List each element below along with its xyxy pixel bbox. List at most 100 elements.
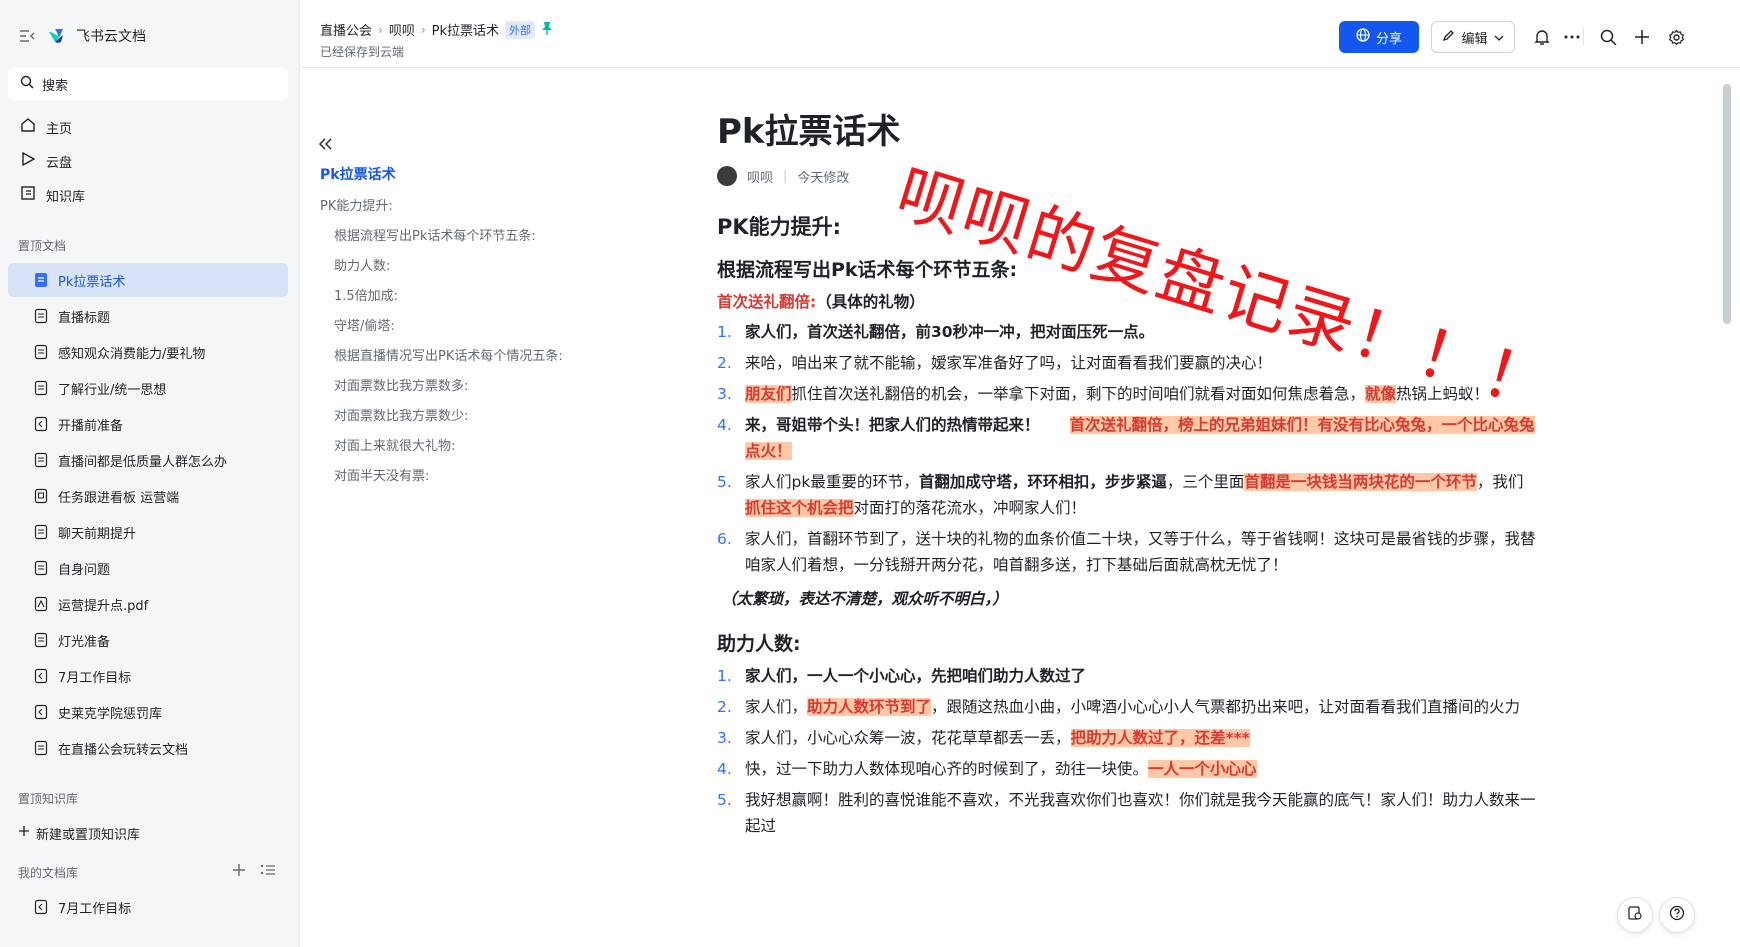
sidebar-doc-label: Pk拉票话术: [58, 274, 126, 290]
toc-item[interactable]: 助力人数:: [334, 255, 390, 274]
list-item[interactable]: 3. 家人们，小心心众筹一波，花花草草都丢一丢，把助力人数过了，还差***: [717, 725, 1537, 751]
sidebar-doc-label: 运营提升点.pdf: [58, 598, 149, 614]
toc-item[interactable]: 1.5倍加成:: [334, 285, 398, 304]
sidebar-doc-item[interactable]: 7月工作目标: [8, 659, 288, 693]
toc-item[interactable]: 守塔/偷塔:: [334, 315, 395, 334]
sidebar-doc-item[interactable]: 直播间都是低质量人群怎么办: [8, 443, 288, 477]
sidebar-doc-item[interactable]: 自身问题: [8, 551, 288, 585]
sidebar-doc-item[interactable]: 感知观众消费能力/要礼物: [8, 335, 288, 369]
sidebar-doc-item[interactable]: 开播前准备: [8, 407, 288, 441]
sidebar-doc-label: 感知观众消费能力/要礼物: [58, 346, 206, 362]
search-input[interactable]: 搜索: [8, 68, 288, 100]
list-options-icon[interactable]: [260, 862, 276, 881]
search-icon[interactable]: [1597, 26, 1619, 48]
list-number: 5.: [717, 791, 732, 809]
plus-icon[interactable]: [1631, 26, 1653, 48]
search-icon: [20, 75, 34, 93]
doc-title[interactable]: Pk拉票话术: [717, 110, 1537, 154]
pinned-kb-label: 置顶知识库: [18, 792, 79, 806]
breadcrumb-item[interactable]: 直播公会: [320, 20, 372, 39]
avatar[interactable]: [717, 166, 737, 186]
list-item[interactable]: 4. 快，过一下助力人数体现咱心齐的时候到了，劲往一块使。一人一个小心心: [717, 756, 1537, 782]
shortcut-doc-icon: [34, 899, 48, 915]
toc-item[interactable]: 根据直播情况写出PK话术每个情况五条:: [334, 345, 563, 364]
toc-item[interactable]: 对面票数比我方票数少:: [334, 405, 468, 424]
list-item[interactable]: 1. 家人们，一人一个小心心，先把咱们助力人数过了: [717, 663, 1537, 689]
breadcrumb-item[interactable]: 呗呗: [389, 20, 415, 39]
list-item[interactable]: 5. 家人们pk最重要的环节，首翻加成守塔，环环相扣，步步紧逼，三个里面首翻是一块…: [717, 469, 1537, 521]
list-number: 2.: [717, 698, 732, 716]
heading-assist-count[interactable]: 助力人数:: [717, 630, 1537, 658]
edit-mode-button[interactable]: 编辑: [1431, 21, 1515, 53]
breadcrumb-item[interactable]: Pk拉票话术: [432, 20, 499, 39]
chevron-down-icon: [1494, 30, 1504, 45]
sidebar-doc-item[interactable]: 聊天前期提升: [8, 515, 288, 549]
italic-note[interactable]: （太繁琐，表达不清楚，观众听不明白，）: [717, 586, 1537, 612]
subheading-red: 首次送礼翻倍:: [717, 293, 817, 311]
help-button[interactable]: [1659, 897, 1695, 933]
list-item[interactable]: 2. 家人们，助力人数环节到了，跟随这热血小曲，小啤酒小心心小人气票都扔出来吧，让…: [717, 694, 1537, 720]
add-icon[interactable]: [232, 862, 246, 881]
pin-icon[interactable]: [541, 21, 553, 39]
doc-icon: [34, 308, 48, 324]
scrollbar[interactable]: [1720, 70, 1734, 947]
divider: [1583, 28, 1584, 46]
external-badge: 外部: [505, 20, 536, 39]
toc-item[interactable]: Pk拉票话术: [320, 164, 396, 184]
list-text: 家人们，一人一个小心心，先把咱们助力人数过了: [745, 667, 1087, 685]
list-text: 抓住首次送礼翻倍的机会，一举拿下对面，剩下的时间咱们就看对面如何焦虑着急，: [791, 385, 1366, 403]
list-number: 5.: [717, 473, 732, 491]
new-kb-label: 新建或置顶知识库: [36, 827, 141, 843]
toc-item[interactable]: 对面上来就很大礼物:: [334, 435, 455, 454]
sidebar-doc-label: 7月工作目标: [58, 670, 132, 686]
list-item[interactable]: 4. 来，哥姐带个头！把家人们的热情带起来！ 首次送礼翻倍，榜上的兄弟姐妹们！有没有…: [717, 412, 1537, 464]
sidebar-item-label: 知识库: [46, 189, 86, 205]
new-kb-button[interactable]: 新建或置顶知识库: [8, 816, 288, 850]
list-text: ，跟随这热血小曲，小啤酒小心心小人气票都扔出来吧，让对面看看我们直播间的火力: [931, 698, 1521, 716]
sidebar-item-cloud-drive[interactable]: 云盘: [8, 144, 288, 178]
doc-icon: [34, 740, 48, 756]
gear-icon[interactable]: [1665, 26, 1687, 48]
share-button[interactable]: 分享: [1339, 21, 1419, 53]
sidebar-doc-item[interactable]: 运营提升点.pdf: [8, 587, 288, 621]
doc-icon: [34, 344, 48, 360]
scroll-thumb[interactable]: [1723, 84, 1731, 324]
doc-info-button[interactable]: [1617, 897, 1653, 933]
author-name[interactable]: 呗呗: [747, 167, 773, 186]
sidebar-doc-item[interactable]: 任务跟进看板 运营端: [8, 479, 288, 513]
bell-icon[interactable]: [1531, 26, 1553, 48]
cloud-drive-icon: [20, 151, 36, 171]
list-number: 3.: [717, 385, 732, 403]
highlight-text: 抓住这个机会把: [745, 499, 854, 517]
list-text: 来，哥姐带个头！把家人们的热情带起来！: [745, 416, 1040, 434]
toc-item[interactable]: 对面半天没有票:: [334, 465, 429, 484]
sidebar-doc-item[interactable]: 灯光准备: [8, 623, 288, 657]
more-icon[interactable]: [1561, 26, 1583, 48]
list-number: 6.: [717, 530, 732, 548]
plus-icon: [18, 825, 30, 841]
sidebar-doc-item[interactable]: Pk拉票话术: [8, 263, 288, 297]
collapse-sidebar-icon[interactable]: [18, 27, 36, 45]
sidebar-doc-item[interactable]: 在直播公会玩转云文档: [8, 731, 288, 765]
home-icon: [20, 117, 36, 137]
doc-info-icon: [1627, 905, 1643, 925]
doc-header: 直播公会 › 呗呗 › Pk拉票话术 外部 已经保存到云端 分享 编辑: [301, 0, 1740, 68]
toc-item[interactable]: 根据流程写出Pk话术每个环节五条:: [334, 225, 536, 244]
list-item[interactable]: 6. 家人们，首翻环节到了，送十块的礼物的血条价值二十块，又等于什么，等于省钱啊！…: [717, 526, 1537, 578]
list-text: 家人们，首翻环节到了，送十块的礼物的血条价值二十块，又等于什么，等于省钱啊！这块…: [745, 530, 1536, 574]
list-number: 1.: [717, 667, 732, 685]
meta-separator: |: [783, 168, 788, 184]
list-item[interactable]: 5. 我好想赢啊！胜利的喜悦谁能不喜欢，不光我喜欢你们也喜欢！你们就是我今天能赢的…: [717, 787, 1537, 839]
toc-item[interactable]: PK能力提升:: [320, 195, 393, 214]
sidebar-doc-item[interactable]: 史莱克学院惩罚库: [8, 695, 288, 729]
doc-icon: [34, 560, 48, 576]
toc-item[interactable]: 对面票数比我方票数多:: [334, 375, 468, 394]
sidebar-doc-item[interactable]: 7月工作目标: [8, 890, 288, 924]
collapse-toc-icon[interactable]: [318, 136, 336, 154]
list-text: 来哈，咱出来了就不能输，嫒家军准备好了吗，让对面看看我们要赢的决心！: [745, 354, 1273, 372]
sidebar-item-knowledge-base[interactable]: 知识库: [8, 178, 288, 212]
list-text: ，三个里面: [1166, 473, 1245, 491]
sidebar-doc-item[interactable]: 直播标题: [8, 299, 288, 333]
sidebar-doc-item[interactable]: 了解行业/统一思想: [8, 371, 288, 405]
sidebar-item-home[interactable]: 主页: [8, 110, 288, 144]
